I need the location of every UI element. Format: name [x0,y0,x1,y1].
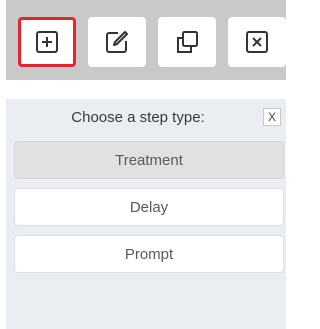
close-dialog-button[interactable]: X [263,108,281,126]
option-treatment[interactable]: Treatment [14,141,284,179]
step-type-dialog: Choose a step type: X Treatment Delay Pr… [6,99,286,329]
add-step-button[interactable] [18,17,76,67]
plus-square-icon [36,31,58,53]
duplicate-step-button[interactable] [158,17,216,67]
edit-step-button[interactable] [88,17,146,67]
edit-icon [106,31,128,53]
delete-step-button[interactable] [228,17,286,67]
option-prompt[interactable]: Prompt [14,235,284,273]
option-delay[interactable]: Delay [14,188,284,226]
duplicate-icon [177,31,198,53]
toolbar [6,0,286,80]
dialog-title: Choose a step type: [71,109,205,126]
close-square-icon [246,31,268,53]
